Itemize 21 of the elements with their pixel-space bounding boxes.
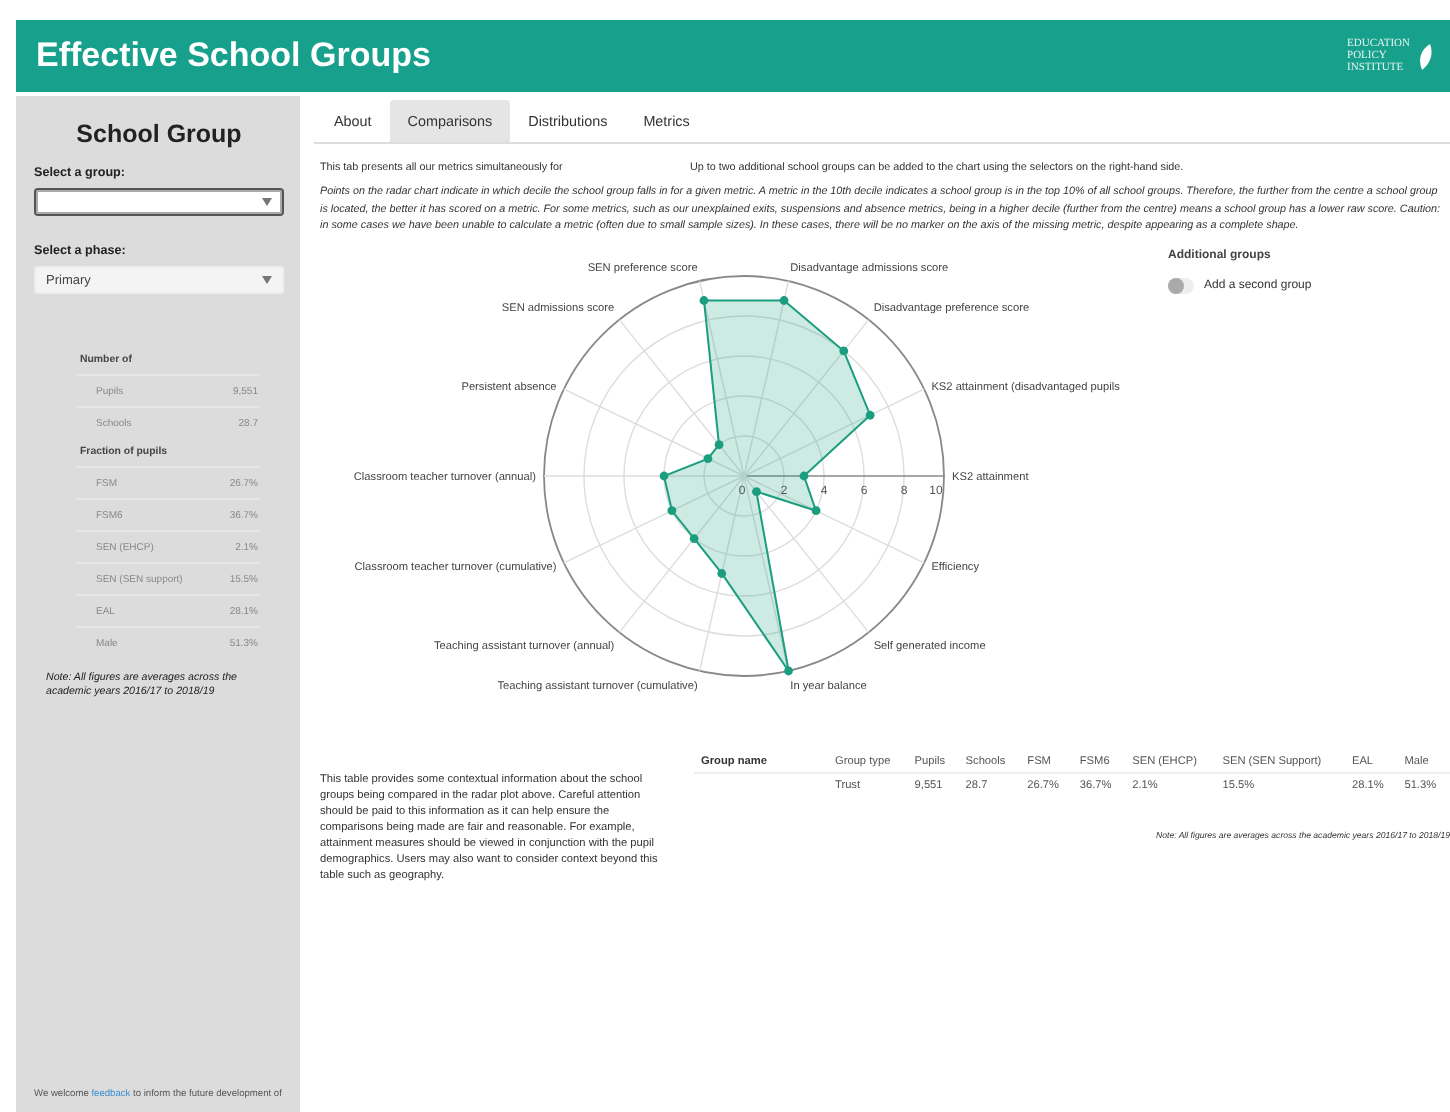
caret-icon	[262, 276, 272, 284]
data-point	[703, 453, 713, 463]
data-point	[699, 295, 709, 305]
leaf-icon	[1418, 43, 1434, 69]
data-point	[667, 505, 677, 515]
data-point	[799, 471, 809, 480]
data-point	[839, 346, 849, 355]
data-point	[811, 505, 821, 515]
data-point	[689, 533, 699, 543]
app-title: Effective School Groups	[36, 36, 431, 76]
data-point	[659, 471, 669, 480]
data-point	[784, 666, 793, 675]
data-point	[717, 568, 727, 578]
sidebar-title: School Group	[74, 120, 244, 148]
data-point	[779, 295, 789, 305]
data-point	[714, 439, 724, 449]
data-point	[752, 486, 761, 496]
toggle-switch[interactable]	[1168, 277, 1194, 294]
group-select[interactable]	[34, 188, 284, 216]
data-point	[865, 410, 875, 420]
caret-icon	[262, 198, 272, 206]
